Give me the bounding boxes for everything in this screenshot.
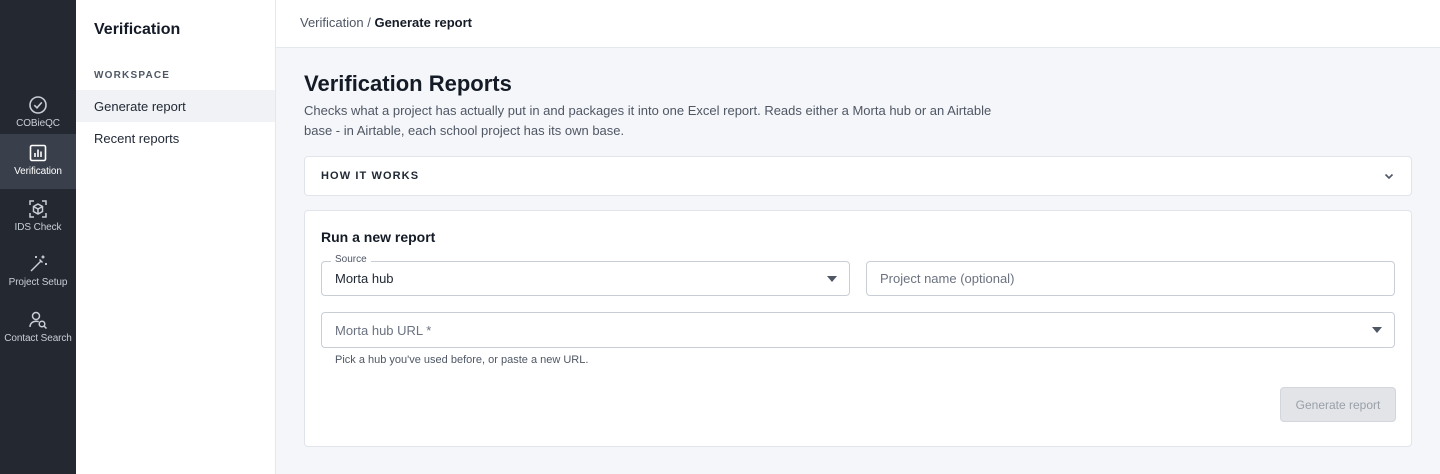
hub-url-combobox[interactable]: Morta hub URL * (321, 312, 1395, 348)
generate-report-button[interactable]: Generate report (1280, 387, 1396, 422)
dropdown-caret-icon (1372, 327, 1382, 333)
rail-item-contact-search[interactable]: Contact Search (0, 301, 76, 356)
nav-section-label: WORKSPACE (94, 70, 171, 81)
cube-scan-icon (29, 200, 47, 218)
source-select[interactable]: Source Morta hub (321, 254, 850, 296)
rail-item-cobieqc[interactable]: COBieQC (0, 86, 76, 141)
bar-chart-icon (29, 144, 47, 162)
hub-url-placeholder: Morta hub URL * (335, 322, 432, 338)
rail-item-label: Project Setup (8, 277, 68, 288)
rail-item-label: COBieQC (16, 118, 60, 129)
dropdown-caret-icon (827, 275, 837, 282)
how-it-works-accordion[interactable]: HOW IT WORKS (304, 156, 1412, 196)
nav-item-generate-report[interactable]: Generate report (76, 90, 275, 122)
section-nav: Verification WORKSPACE Generate report R… (76, 0, 276, 474)
rail-item-verification[interactable]: Verification (0, 134, 76, 189)
accordion-title: HOW IT WORKS (321, 170, 420, 182)
rail-item-label: Verification (14, 166, 62, 177)
rail-item-project-setup[interactable]: Project Setup (0, 245, 76, 300)
run-report-card: Run a new report Source Morta hub Projec… (304, 210, 1412, 447)
nav-title: Verification (94, 21, 181, 38)
breadcrumb-separator: / (367, 15, 371, 30)
check-circle-icon (29, 96, 47, 114)
chevron-down-icon (1384, 173, 1394, 180)
page-title: Verification Reports (304, 71, 512, 96)
breadcrumb-parent[interactable]: Verification (300, 15, 364, 30)
page-description: Checks what a project has actually put i… (304, 103, 992, 138)
source-value: Morta hub (335, 271, 394, 286)
project-name-placeholder: Project name (optional) (880, 271, 1015, 286)
source-label: Source (331, 254, 371, 265)
top-bar: Verification / Generate report (276, 0, 1440, 48)
hub-url-helper-text: Pick a hub you've used before, or paste … (335, 354, 589, 366)
project-name-input[interactable]: Project name (optional) (866, 261, 1395, 296)
app-rail: COBieQC Verification IDS Check Project S… (0, 0, 76, 474)
rail-item-label: IDS Check (14, 222, 62, 233)
rail-item-label: Contact Search (4, 333, 72, 344)
magic-wand-icon (30, 255, 47, 272)
card-title: Run a new report (321, 229, 436, 245)
breadcrumb: Verification / Generate report (300, 15, 472, 30)
breadcrumb-current: Generate report (374, 15, 473, 30)
user-search-icon (29, 311, 48, 330)
rail-item-ids-check[interactable]: IDS Check (0, 190, 76, 245)
nav-item-recent-reports[interactable]: Recent reports (76, 122, 275, 154)
